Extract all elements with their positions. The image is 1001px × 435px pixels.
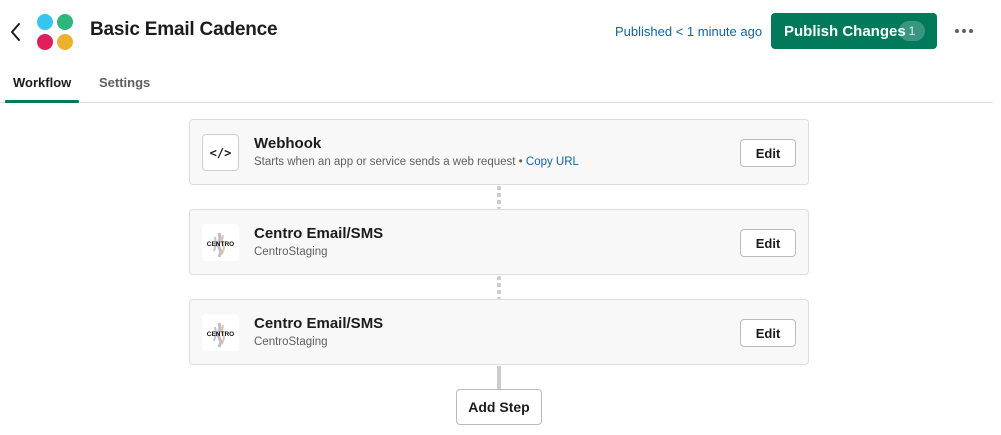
ellipsis-icon [955,29,959,33]
step-title: Centro Email/SMS [254,315,384,332]
tab-workflow[interactable]: Workflow [13,75,71,90]
separator: • [518,156,523,168]
step-description: Starts when an app or service sends a we… [254,156,516,168]
edit-button[interactable]: Edit [740,229,796,257]
add-step-connector [497,366,501,390]
step-card-centro[interactable]: CENTRO Centro Email/SMS CentroStaging Ed… [189,209,809,275]
add-step-button[interactable]: Add Step [456,389,542,425]
page-header: Basic Email Cadence Published < 1 minute… [0,0,1001,62]
page-title: Basic Email Cadence [90,19,278,40]
edit-button[interactable]: Edit [740,319,796,347]
centro-logo: CENTRO [202,224,239,261]
centro-logo: CENTRO [202,314,239,351]
tab-bar: Workflow Settings [0,62,993,103]
chevron-left-icon [11,23,20,41]
centro-logo-text: CENTRO [207,241,234,248]
copy-url-link[interactable]: Copy URL [526,156,579,168]
step-connector [497,276,501,299]
publish-changes-label: Publish Changes [784,22,906,40]
step-connector [497,186,501,209]
step-subtitle: CentroStaging [254,336,328,348]
active-tab-indicator [5,100,79,103]
code-icon: </> [202,134,239,171]
slack-logo [36,13,74,51]
centro-logo-text: CENTRO [207,331,234,338]
publish-count-badge: 1 [899,21,925,41]
step-subtitle: Starts when an app or service sends a we… [254,156,579,168]
publish-changes-button[interactable]: Publish Changes 1 [771,13,937,49]
more-options-button[interactable] [950,20,978,42]
tab-settings[interactable]: Settings [99,75,150,90]
back-button[interactable] [6,19,26,45]
step-card-webhook[interactable]: </> Webhook Starts when an app or servic… [189,119,809,185]
step-subtitle: CentroStaging [254,246,328,258]
step-title: Webhook [254,135,322,152]
step-card-centro[interactable]: CENTRO Centro Email/SMS CentroStaging Ed… [189,299,809,365]
step-title: Centro Email/SMS [254,225,384,242]
published-status[interactable]: Published < 1 minute ago [615,24,762,39]
edit-button[interactable]: Edit [740,139,796,167]
